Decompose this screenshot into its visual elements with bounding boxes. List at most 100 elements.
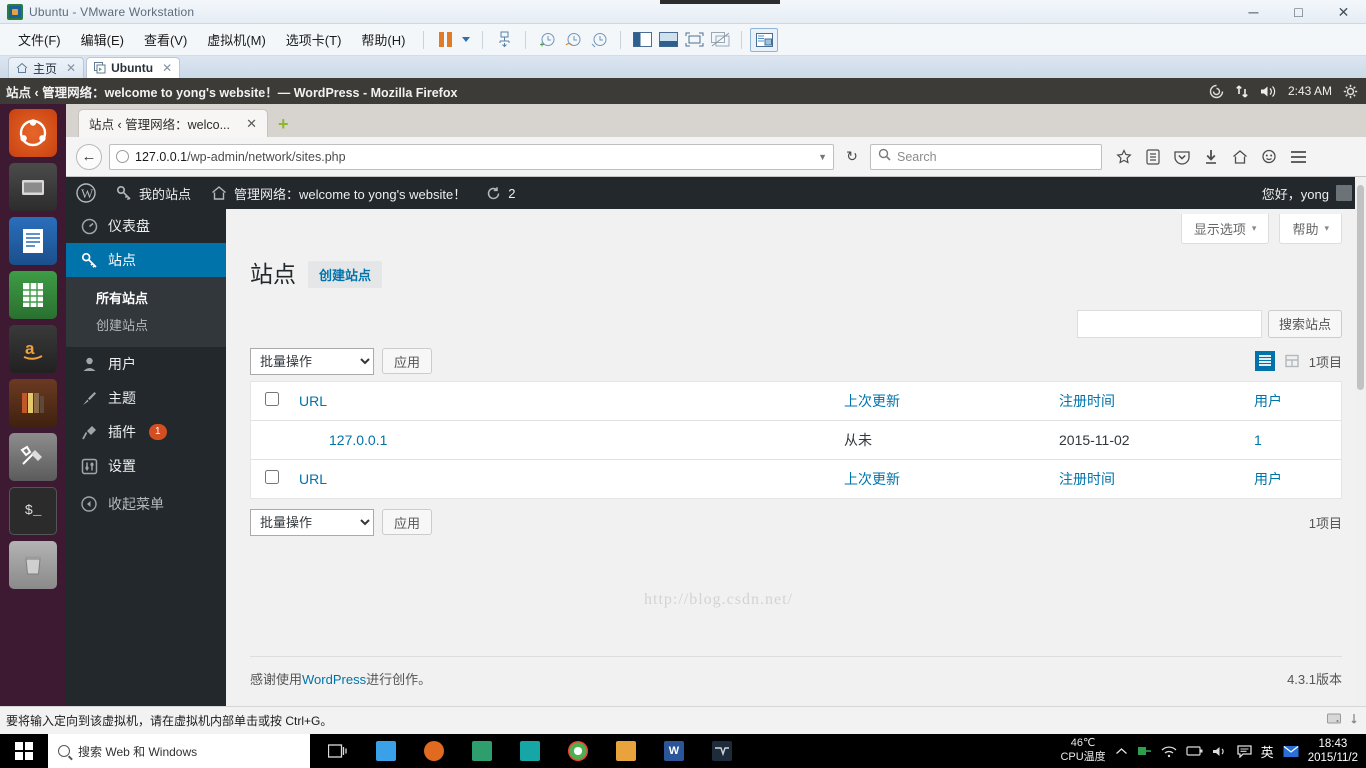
manage-snapshots-icon[interactable]: [586, 29, 612, 51]
minimize-button[interactable]: ─: [1231, 0, 1276, 24]
pocket-icon[interactable]: [1173, 147, 1191, 167]
new-tab-button[interactable]: +: [278, 115, 289, 133]
usb-icon[interactable]: [1137, 744, 1152, 758]
sidebar-item-dashboard[interactable]: 仪表盘: [66, 209, 226, 243]
sidebar-subitem-add-site[interactable]: 创建站点: [66, 311, 226, 338]
close-button[interactable]: ✕: [1321, 0, 1366, 24]
menu-tabs[interactable]: 选项卡(T): [276, 26, 352, 53]
sync-icon[interactable]: [1209, 84, 1224, 99]
snapshot-manager-icon[interactable]: [491, 29, 517, 51]
app-orange-icon[interactable]: [410, 734, 458, 768]
sidebar-subitem-all-sites[interactable]: 所有站点: [66, 284, 226, 311]
vmware-tab-ubuntu[interactable]: Ubuntu ✕: [86, 57, 181, 78]
app-green-icon[interactable]: [458, 734, 506, 768]
terminal-icon[interactable]: $_: [9, 487, 57, 535]
amazon-icon[interactable]: a: [9, 325, 57, 373]
reload-button[interactable]: ↻: [841, 146, 863, 168]
suspend-icon[interactable]: [432, 29, 458, 51]
menu-view[interactable]: 查看(V): [134, 26, 197, 53]
column-header-last-updated-link[interactable]: 上次更新: [844, 393, 900, 409]
app-teal-icon[interactable]: [506, 734, 554, 768]
column-footer-registered[interactable]: 注册时间: [1049, 459, 1244, 498]
column-header-url-link[interactable]: URL: [299, 393, 327, 409]
apply-button-bottom[interactable]: 应用: [382, 509, 433, 536]
task-view-icon[interactable]: [314, 734, 362, 768]
sidebar-item-plugins[interactable]: 插件 1: [66, 415, 226, 449]
revert-snapshot-icon[interactable]: [560, 29, 586, 51]
column-footer-last-updated[interactable]: 上次更新: [834, 459, 1049, 498]
unity-mode-icon[interactable]: [707, 29, 733, 51]
wifi-icon[interactable]: [1161, 745, 1177, 758]
search-sites-button[interactable]: 搜索站点: [1267, 309, 1342, 338]
bulk-actions-select-bottom[interactable]: 批量操作: [250, 508, 374, 536]
close-icon[interactable]: ✕: [246, 116, 257, 132]
page-scrollbar[interactable]: [1355, 177, 1366, 706]
taskbar-search[interactable]: 搜索 Web 和 Windows: [48, 734, 310, 768]
add-site-button[interactable]: 创建站点: [308, 261, 383, 289]
notification-icon[interactable]: [1237, 744, 1252, 758]
ubuntu-software-icon[interactable]: [9, 379, 57, 427]
taskbar-clock[interactable]: 18:43 2015/11/2: [1308, 737, 1358, 766]
select-all-checkbox-top[interactable]: [265, 392, 279, 407]
help-button[interactable]: 帮助 ▾: [1279, 214, 1342, 244]
volume-icon[interactable]: [1260, 84, 1277, 99]
apply-button-top[interactable]: 应用: [382, 348, 433, 375]
sidebar-item-themes[interactable]: 主题: [66, 381, 226, 415]
table-row[interactable]: 127.0.0.1 从未 2015-11-02 1: [251, 420, 1342, 459]
suspend-dropdown-icon[interactable]: [458, 29, 474, 51]
chevron-down-icon[interactable]: ▼: [818, 152, 827, 162]
menu-vm[interactable]: 虚拟机(M): [197, 26, 276, 53]
sidebar-item-settings[interactable]: 设置: [66, 449, 226, 483]
libreoffice-calc-icon[interactable]: [9, 271, 57, 319]
cpu-temp-widget[interactable]: 46℃ CPU温度: [1060, 737, 1105, 765]
column-header-url[interactable]: URL: [289, 381, 834, 420]
wp-account-menu[interactable]: 您好，yong: [1262, 184, 1366, 203]
column-footer-last-updated-link[interactable]: 上次更新: [844, 471, 900, 487]
collapse-menu-button[interactable]: 收起菜单: [66, 487, 226, 521]
sync-account-icon[interactable]: [1260, 147, 1278, 167]
library-panel-icon[interactable]: [750, 27, 779, 52]
show-console-icon[interactable]: [655, 29, 681, 51]
maximize-button[interactable]: □: [1276, 0, 1321, 24]
close-icon[interactable]: ✕: [162, 61, 172, 75]
folder-icon[interactable]: [602, 734, 650, 768]
system-settings-icon[interactable]: [9, 433, 57, 481]
updates-menu[interactable]: 2: [476, 177, 525, 209]
chrome-icon[interactable]: [554, 734, 602, 768]
reader-list-icon[interactable]: [1144, 147, 1162, 167]
close-icon[interactable]: ✕: [66, 61, 76, 75]
chevron-up-icon[interactable]: [1115, 747, 1128, 756]
column-footer-url-link[interactable]: URL: [299, 471, 327, 487]
list-view-icon[interactable]: [1254, 351, 1275, 372]
column-footer-registered-link[interactable]: 注册时间: [1059, 471, 1115, 487]
home-icon[interactable]: [1231, 147, 1249, 167]
search-input[interactable]: [1076, 309, 1262, 338]
excerpt-view-icon[interactable]: [1282, 351, 1302, 371]
column-header-last-updated[interactable]: 上次更新: [834, 381, 1049, 420]
trash-icon[interactable]: [9, 541, 57, 589]
bulk-actions-select-top[interactable]: 批量操作: [250, 347, 374, 375]
column-header-registered[interactable]: 注册时间: [1049, 381, 1244, 420]
site-url-link[interactable]: 127.0.0.1: [299, 432, 387, 448]
usb-device-icon[interactable]: [1348, 713, 1360, 728]
downloads-icon[interactable]: [1202, 147, 1220, 167]
vmware-taskbar-icon[interactable]: [698, 734, 746, 768]
libreoffice-writer-icon[interactable]: [9, 217, 57, 265]
sidebar-item-users[interactable]: 用户: [66, 347, 226, 381]
menu-help[interactable]: 帮助(H): [351, 26, 415, 53]
hard-disk-icon[interactable]: [1327, 713, 1341, 728]
menu-file[interactable]: 文件(F): [8, 26, 71, 53]
take-snapshot-icon[interactable]: [534, 29, 560, 51]
screen-options-button[interactable]: 显示选项 ▾: [1180, 214, 1270, 244]
scrollbar-thumb[interactable]: [1357, 185, 1364, 390]
fullscreen-icon[interactable]: [681, 29, 707, 51]
hamburger-menu-icon[interactable]: [1289, 147, 1307, 167]
explorer-icon[interactable]: [362, 734, 410, 768]
start-button[interactable]: [0, 734, 48, 768]
ubuntu-dash-icon[interactable]: [9, 109, 57, 157]
wp-logo-button[interactable]: W: [66, 177, 106, 209]
word-icon[interactable]: W: [650, 734, 698, 768]
ime-icon[interactable]: 英: [1261, 742, 1274, 761]
wordpress-link[interactable]: WordPress: [302, 672, 366, 687]
battery-icon[interactable]: [1186, 745, 1203, 757]
